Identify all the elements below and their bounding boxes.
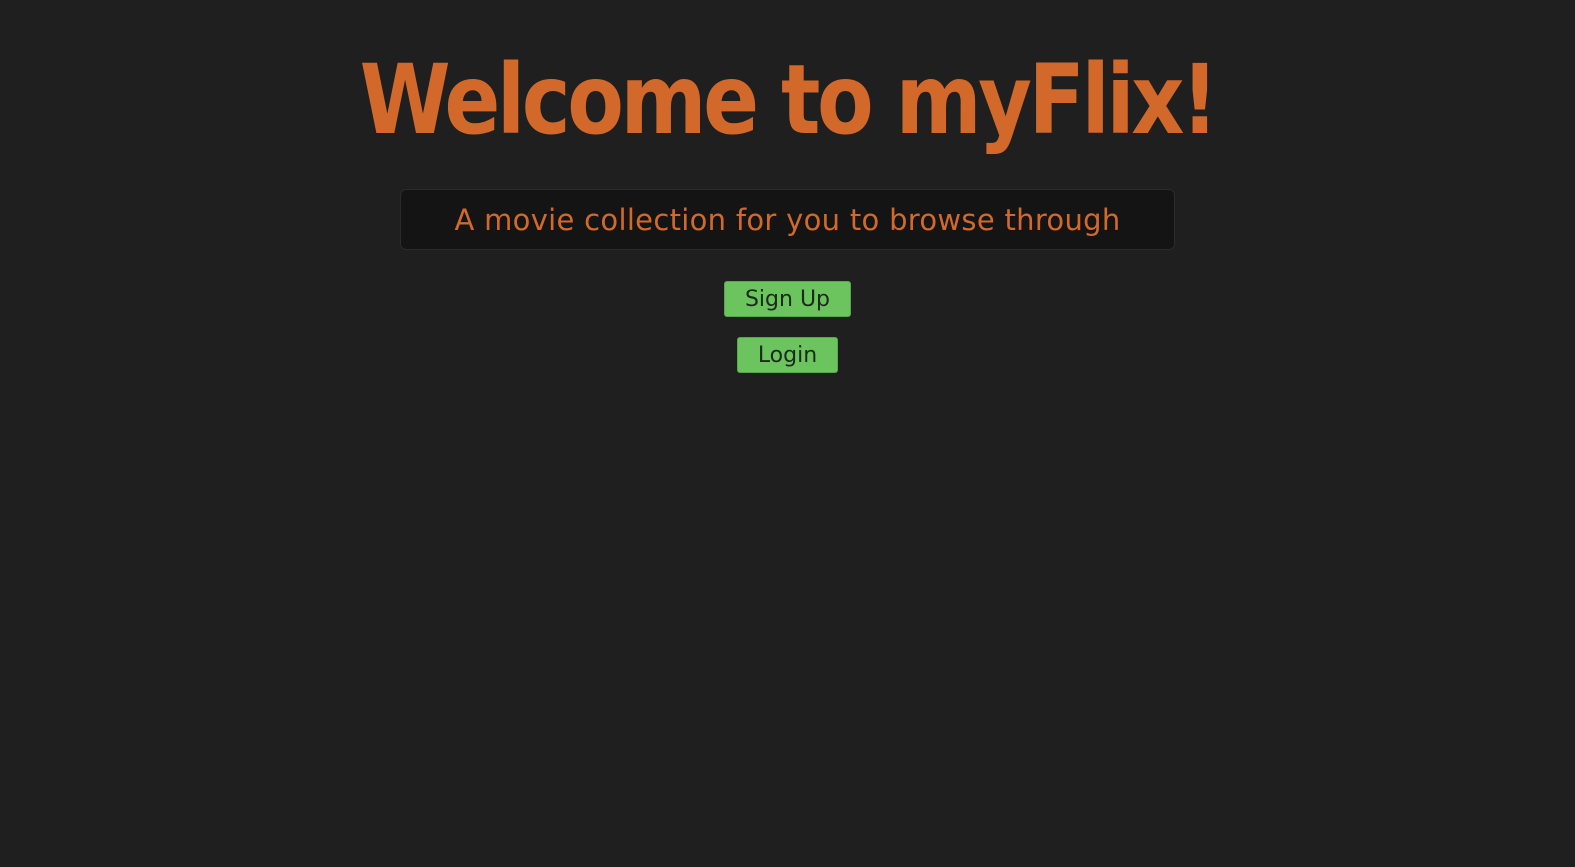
subtitle-banner: A movie collection for you to browse thr…	[400, 189, 1175, 250]
login-button[interactable]: Login	[737, 337, 838, 373]
landing-page: Welcome to myFlix! A movie collection fo…	[0, 0, 1575, 867]
subtitle-text: A movie collection for you to browse thr…	[454, 202, 1121, 237]
signup-button[interactable]: Sign Up	[724, 281, 851, 317]
page-title: Welcome to myFlix!	[359, 44, 1219, 156]
